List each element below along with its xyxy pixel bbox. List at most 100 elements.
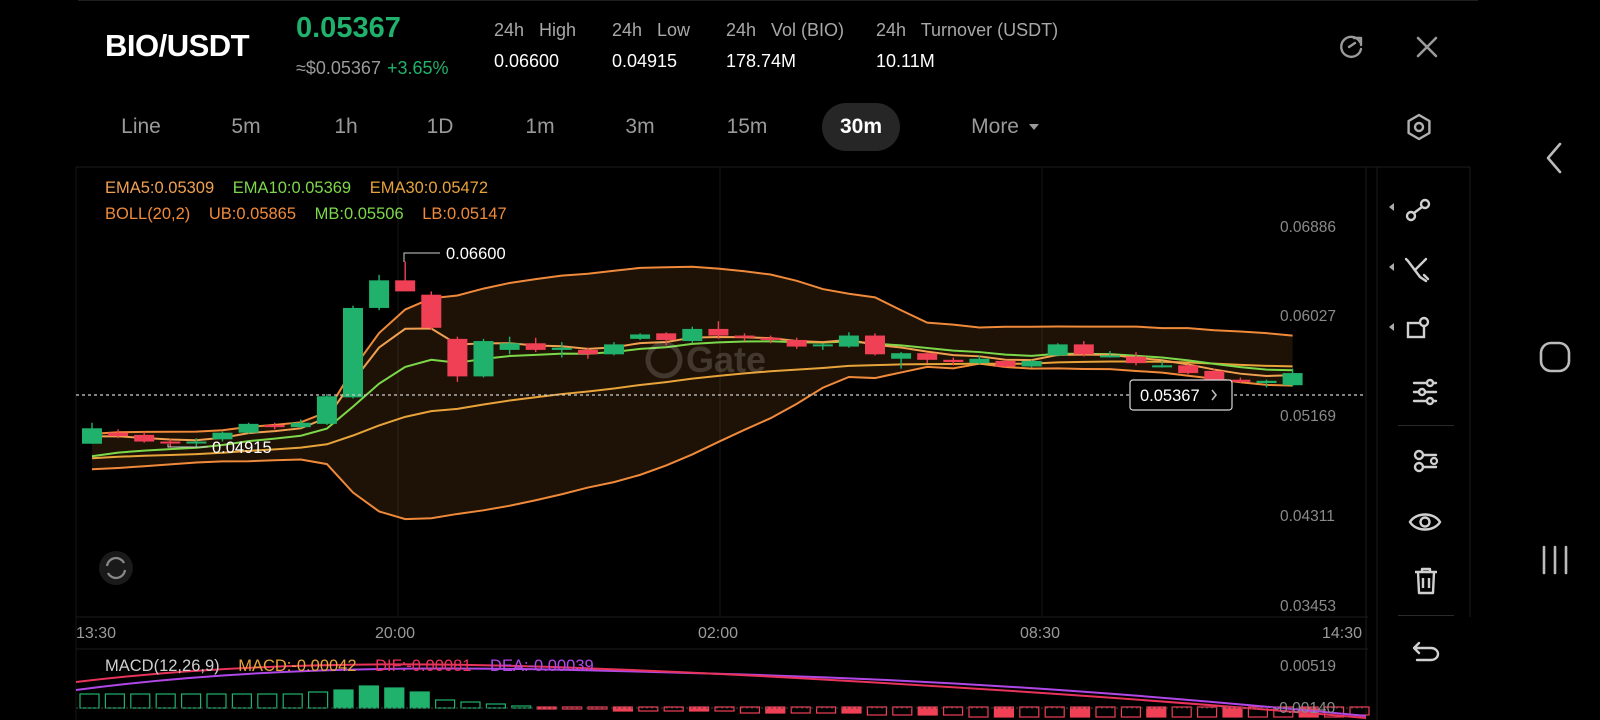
macd-bar xyxy=(1095,706,1116,718)
time-axis-label: 20:00 xyxy=(375,625,416,642)
time-axis-label: 14:30 xyxy=(1322,625,1363,642)
macd-bar xyxy=(993,706,1015,718)
macd-bar xyxy=(587,706,608,710)
dif-value: DIF:-0.00081 xyxy=(375,657,472,675)
tab-15m[interactable]: 15m xyxy=(712,103,782,151)
boll-ub-value: UB:0.05865 xyxy=(208,205,297,223)
macd-bar xyxy=(892,706,913,716)
macd-bar xyxy=(1146,706,1167,718)
macd-bar xyxy=(1019,706,1040,718)
macd-bar xyxy=(638,706,659,712)
undo-icon[interactable] xyxy=(1411,639,1441,665)
candle-body xyxy=(786,339,807,347)
macd-bar xyxy=(79,693,100,709)
ema5-line xyxy=(91,327,1293,442)
chevron-right-icon xyxy=(1211,389,1218,401)
candle-body xyxy=(447,338,468,377)
trend-line-tool[interactable] xyxy=(1388,195,1438,225)
macd-bar xyxy=(435,699,456,709)
cross-line-tool[interactable] xyxy=(1388,255,1438,285)
candle-body xyxy=(473,341,494,377)
macd-title: MACD(12,26,9) xyxy=(105,657,220,675)
candle-body xyxy=(577,349,598,355)
tab-30m[interactable]: 30m xyxy=(822,103,900,151)
shape-tool[interactable] xyxy=(1388,315,1438,345)
candle-body xyxy=(525,343,546,350)
close-icon[interactable] xyxy=(1413,33,1441,61)
macd-bar xyxy=(257,693,278,709)
macd-bar xyxy=(409,691,430,709)
macd-bar xyxy=(1171,706,1192,718)
tab-5m[interactable]: 5m xyxy=(216,103,276,151)
settings-hex-icon[interactable] xyxy=(1404,112,1434,142)
macd-bar xyxy=(231,693,252,709)
indicator-legend-boll: BOLL(20,2) UB:0.05865 MB:0.05506 LB:0.05… xyxy=(105,205,507,224)
candle-body xyxy=(995,360,1016,367)
approx-usd-price: ≈$0.05367 +3.65% xyxy=(296,58,449,79)
candle-body xyxy=(812,344,833,347)
current-price-tag[interactable]: 0.05367 xyxy=(1129,379,1233,411)
macd-bar xyxy=(384,687,405,709)
macd-bar xyxy=(1196,706,1218,718)
candle-body xyxy=(238,423,259,433)
trend-line-icon xyxy=(1405,198,1431,222)
system-home-icon[interactable] xyxy=(1538,340,1572,374)
stat-value: 0.06600 xyxy=(494,51,560,71)
expand-arrow-icon xyxy=(1389,203,1394,211)
tab-more[interactable]: More xyxy=(946,103,1064,151)
ema10-value: EMA10:0.05369 xyxy=(232,179,352,197)
macd-bar xyxy=(333,689,354,709)
candle-body xyxy=(734,335,755,338)
stat-24h-volume: 24h Vol (BIO) 178.74M xyxy=(726,20,844,72)
high-marker-line xyxy=(403,252,440,262)
macd-bar xyxy=(104,693,126,709)
tab-1h[interactable]: 1h xyxy=(316,103,376,151)
candle-body xyxy=(316,396,337,424)
trash-icon[interactable] xyxy=(1412,566,1440,596)
system-recents-icon[interactable] xyxy=(1538,544,1572,576)
expand-arrow-icon xyxy=(1389,263,1394,271)
macd-bar xyxy=(612,706,634,712)
boll-mb-value: MB:0.05506 xyxy=(314,205,404,223)
macd-bar xyxy=(511,705,532,709)
time-axis-label: 08:30 xyxy=(1020,625,1061,642)
watermark-text: Gate xyxy=(686,339,766,380)
high-marker-label: 0.06600 xyxy=(446,245,506,263)
candle-body xyxy=(969,358,990,364)
candle-body xyxy=(551,347,572,350)
candles-group xyxy=(82,261,1303,448)
macd-bar xyxy=(1044,706,1065,718)
candle-body xyxy=(1126,356,1146,364)
candle-body xyxy=(604,344,624,355)
macd-bar xyxy=(714,706,735,712)
candle-body xyxy=(395,280,416,292)
tab-line[interactable]: Line xyxy=(108,103,174,151)
macd-bar xyxy=(181,693,202,709)
tab-1d[interactable]: 1D xyxy=(410,103,470,151)
macd-bar xyxy=(1069,706,1091,718)
time-axis-label: 02:00 xyxy=(698,625,739,642)
tab-3m[interactable]: 3m xyxy=(610,103,670,151)
candle-body xyxy=(421,294,442,328)
price-axis-label: 0.06886 xyxy=(1280,219,1337,236)
macd-bar xyxy=(968,706,989,718)
price-axis-label: 0.06027 xyxy=(1280,308,1337,325)
last-price: 0.05367 xyxy=(296,12,401,44)
stat-value: 178.74M xyxy=(726,51,797,71)
bollinger-band-fill xyxy=(92,266,1293,520)
macd-bar xyxy=(155,693,176,709)
candle-body xyxy=(865,335,885,355)
rotate-screen-icon[interactable] xyxy=(1336,32,1366,62)
eye-icon[interactable] xyxy=(1408,507,1442,537)
system-back-icon[interactable] xyxy=(1540,140,1570,176)
top-divider xyxy=(78,0,1478,1)
change-percent: +3.65% xyxy=(386,58,449,78)
macd-bar xyxy=(130,693,151,709)
tab-1m[interactable]: 1m xyxy=(510,103,570,151)
adjust-tool-icon[interactable] xyxy=(1410,377,1440,407)
low-marker-line xyxy=(167,444,208,448)
reset-view-icon xyxy=(105,556,127,580)
reset-view-button[interactable] xyxy=(99,551,133,585)
boll-lb-value: LB:0.05147 xyxy=(422,205,507,223)
indicator-settings-icon[interactable] xyxy=(1410,446,1440,476)
